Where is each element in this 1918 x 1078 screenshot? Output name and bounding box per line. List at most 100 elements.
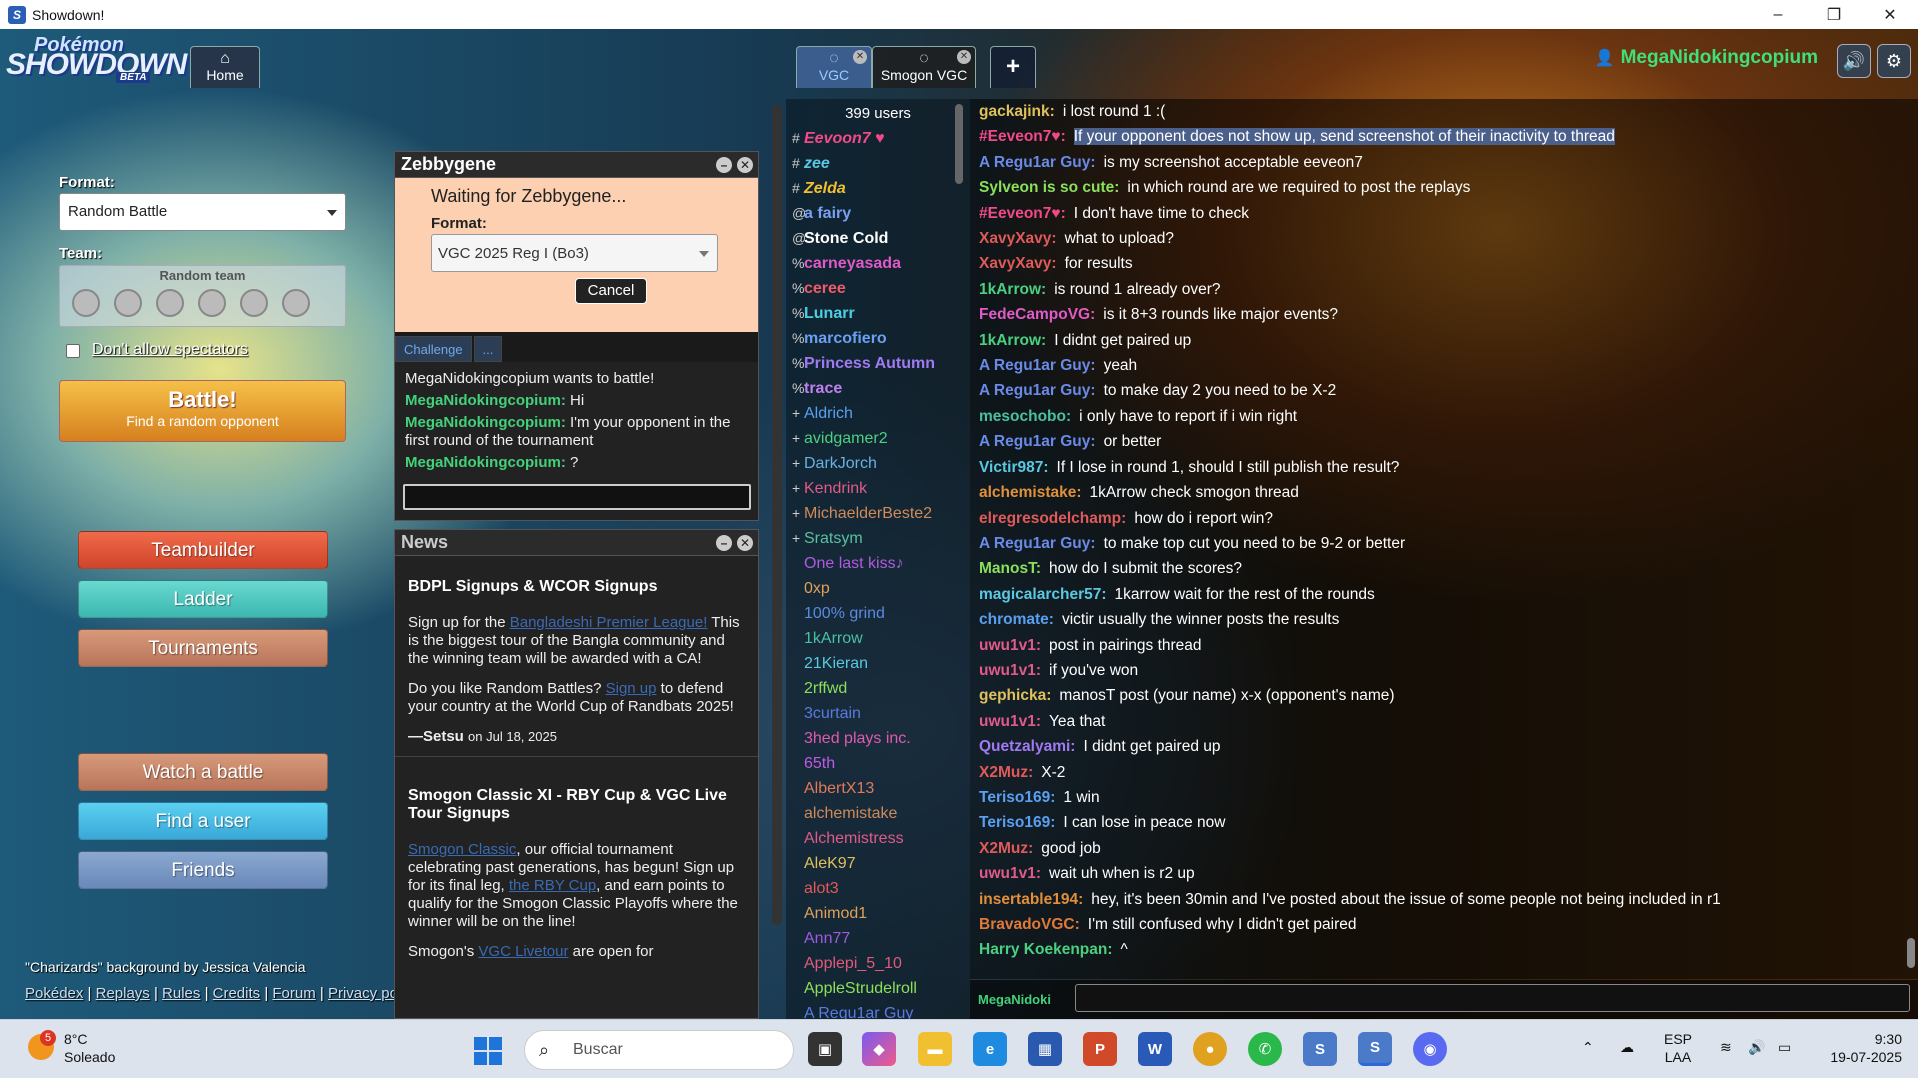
chat-username[interactable]: uwu1v1: xyxy=(979,662,1041,679)
chat-scrollbar[interactable] xyxy=(1907,938,1915,968)
teambuilder-button[interactable]: Teambuilder xyxy=(78,531,328,569)
chat-username[interactable]: Quetzalyami: xyxy=(979,738,1075,755)
user-list-item[interactable]: Animod1 xyxy=(792,901,970,926)
chat-username[interactable]: A Regu1ar Guy: xyxy=(979,154,1096,171)
tournaments-button[interactable]: Tournaments xyxy=(78,629,328,667)
settings-button[interactable]: ⚙ xyxy=(1877,44,1911,78)
close-icon[interactable]: ✕ xyxy=(737,535,753,551)
chat-username[interactable]: FedeCampoVG: xyxy=(979,306,1095,323)
user-list-item[interactable]: AppleStrudelroll xyxy=(792,976,970,1001)
user-list-item[interactable]: + avidgamer2 xyxy=(792,426,970,451)
chat-username[interactable]: X2Muz: xyxy=(979,764,1033,781)
user-list-item[interactable]: alchemistake xyxy=(792,801,970,826)
user-list-item[interactable]: + Aldrich xyxy=(792,401,970,426)
user-list-item[interactable]: # Eevoon7 ♥ xyxy=(792,126,970,151)
close-window-button[interactable]: ✕ xyxy=(1862,0,1918,29)
user-list-item[interactable]: + DarkJorch xyxy=(792,451,970,476)
chat-username[interactable]: Teriso169: xyxy=(979,789,1055,806)
tab-challenge[interactable]: Challenge xyxy=(395,336,472,362)
chat-username[interactable]: mesochobo: xyxy=(979,408,1071,425)
user-list-item[interactable]: AleK97 xyxy=(792,851,970,876)
user-list-item[interactable]: %marcofiero xyxy=(792,326,970,351)
user-list-item[interactable]: + Sratsym xyxy=(792,526,970,551)
chat-username[interactable]: Victir987: xyxy=(979,459,1049,476)
new-tab-button[interactable]: + xyxy=(990,46,1036,88)
link-pokedex[interactable]: Pokédex xyxy=(25,985,83,1002)
user-list-item[interactable]: # zee xyxy=(792,151,970,176)
user-menu[interactable]: 👤 MegaNidokingcopium xyxy=(1595,47,1818,69)
user-list-item[interactable]: 3hed plays inc. xyxy=(792,726,970,751)
user-list-item[interactable]: AlbertX13 xyxy=(792,776,970,801)
chat-username[interactable]: A Regu1ar Guy: xyxy=(979,535,1096,552)
chat-username[interactable]: A Regu1ar Guy: xyxy=(979,433,1096,450)
chat-username[interactable]: X2Muz: xyxy=(979,840,1033,857)
link-replays[interactable]: Replays xyxy=(96,985,150,1002)
chat-username[interactable]: A Regu1ar Guy: xyxy=(979,357,1096,374)
format-select[interactable]: Random Battle xyxy=(59,193,346,231)
chat-username[interactable]: uwu1v1: xyxy=(979,713,1041,730)
news-link[interactable]: Smogon Classic xyxy=(408,841,516,858)
battery-icon[interactable]: ▭ xyxy=(1778,1038,1791,1056)
chat-username[interactable]: gephicka: xyxy=(979,687,1051,704)
link-credits[interactable]: Credits xyxy=(213,985,261,1002)
whatsapp-icon[interactable]: ✆ xyxy=(1248,1032,1282,1066)
chat-username[interactable]: 1kArrow: xyxy=(979,332,1046,349)
user-list-item[interactable]: Alchemistress xyxy=(792,826,970,851)
challenge-format-select[interactable]: VGC 2025 Reg I (Bo3) xyxy=(431,234,718,272)
showdown-active-icon[interactable]: S xyxy=(1358,1032,1392,1066)
start-button[interactable] xyxy=(474,1037,502,1065)
chat-username[interactable]: uwu1v1: xyxy=(979,637,1041,654)
user-list-item[interactable]: @a fairy xyxy=(792,201,970,226)
chat-username[interactable]: Sylveon is so cute: xyxy=(979,179,1119,196)
user-list-item[interactable]: %trace xyxy=(792,376,970,401)
powerpoint-icon[interactable]: P xyxy=(1083,1032,1117,1066)
pm-input[interactable] xyxy=(403,484,751,510)
watch-battle-button[interactable]: Watch a battle xyxy=(78,753,328,791)
minimize-button[interactable]: – xyxy=(1750,0,1806,29)
spectators-label[interactable]: Don't allow spectators xyxy=(92,341,248,359)
chat-username[interactable]: #Eeveon7♥: xyxy=(979,205,1066,222)
user-list-item[interactable]: 3curtain xyxy=(792,701,970,726)
team-select[interactable]: Random team xyxy=(59,265,346,327)
chrome-icon[interactable]: ● xyxy=(1193,1032,1227,1066)
user-list-item[interactable]: 2rffwd xyxy=(792,676,970,701)
tab-vgc[interactable]: ◌ VGC ✕ xyxy=(796,46,872,88)
news-link[interactable]: Sign up xyxy=(606,680,657,697)
showdown-logo[interactable]: Pokémon SHOWDOWN BETA xyxy=(4,34,187,86)
user-list-item[interactable]: A Regu1ar Guy xyxy=(792,1001,970,1019)
battle-button[interactable]: Battle! Find a random opponent xyxy=(59,380,346,442)
taskbar-search[interactable]: ⌕ Buscar xyxy=(524,1030,794,1070)
tab-smogon-vgc[interactable]: ◌ Smogon VGC ✕ xyxy=(872,46,976,88)
user-list-item[interactable]: 1kArrow xyxy=(792,626,970,651)
chat-username[interactable]: alchemistake: xyxy=(979,484,1082,501)
chat-username[interactable]: BravadoVGC: xyxy=(979,916,1080,933)
user-list-item[interactable]: 0xp xyxy=(792,576,970,601)
chat-username[interactable]: XavyXavy: xyxy=(979,230,1057,247)
user-list-item[interactable]: # Zelda xyxy=(792,176,970,201)
chat-username[interactable]: A Regu1ar Guy: xyxy=(979,382,1096,399)
user-list-item[interactable]: alot3 xyxy=(792,876,970,901)
chat-username[interactable]: uwu1v1: xyxy=(979,865,1041,882)
cancel-challenge-button[interactable]: Cancel xyxy=(575,278,647,304)
user-list-item[interactable]: %ceree xyxy=(792,276,970,301)
tab-home[interactable]: ⌂ Home xyxy=(190,46,260,88)
user-list-item[interactable]: %Princess Autumn xyxy=(792,351,970,376)
chat-username[interactable]: elregresodelchamp: xyxy=(979,510,1126,527)
user-list-item[interactable]: @Stone Cold xyxy=(792,226,970,251)
clock[interactable]: 9:30 19-07-2025 xyxy=(1812,1030,1902,1066)
main-scrollbar[interactable] xyxy=(772,105,782,925)
chat-input[interactable] xyxy=(1075,984,1910,1012)
file-explorer-icon[interactable]: ▬ xyxy=(918,1032,952,1066)
sound-button[interactable]: 🔊 xyxy=(1837,44,1871,78)
minimize-icon[interactable]: – xyxy=(716,157,732,173)
userlist-scrollbar[interactable] xyxy=(955,104,963,184)
chat-username[interactable]: Teriso169: xyxy=(979,814,1055,831)
tab-more[interactable]: ... xyxy=(473,336,503,362)
volume-icon[interactable]: 🔊 xyxy=(1748,1038,1765,1056)
cloud-icon[interactable]: ☁ xyxy=(1620,1038,1634,1056)
news-link[interactable]: VGC Livetour xyxy=(478,943,568,960)
chat-username[interactable]: #Eeveon7♥: xyxy=(979,128,1066,145)
spectators-checkbox[interactable] xyxy=(66,344,80,358)
discord-icon[interactable]: ◉ xyxy=(1413,1032,1447,1066)
copilot-icon[interactable]: ◆ xyxy=(862,1032,896,1066)
